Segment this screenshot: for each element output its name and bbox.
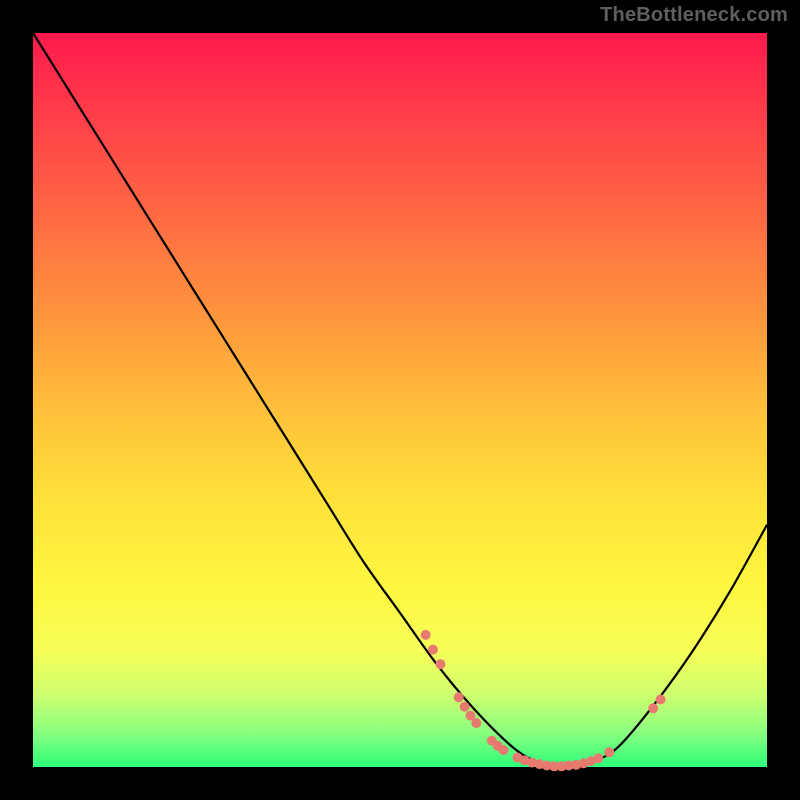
- curve-marker: [648, 703, 658, 713]
- curve-marker: [428, 645, 438, 655]
- curve-marker: [604, 747, 614, 757]
- bottleneck-curve: [33, 33, 767, 768]
- curve-marker: [656, 695, 666, 705]
- curve-marker: [499, 745, 509, 755]
- curve-marker: [421, 630, 431, 640]
- curve-marker: [471, 718, 481, 728]
- chart-frame: TheBottleneck.com: [0, 0, 800, 800]
- chart-svg: [33, 33, 767, 767]
- curve-marker: [460, 702, 470, 712]
- curve-marker: [435, 659, 445, 669]
- curve-markers: [421, 630, 666, 771]
- curve-marker: [593, 753, 603, 763]
- curve-marker: [454, 692, 464, 702]
- watermark-text: TheBottleneck.com: [600, 4, 788, 27]
